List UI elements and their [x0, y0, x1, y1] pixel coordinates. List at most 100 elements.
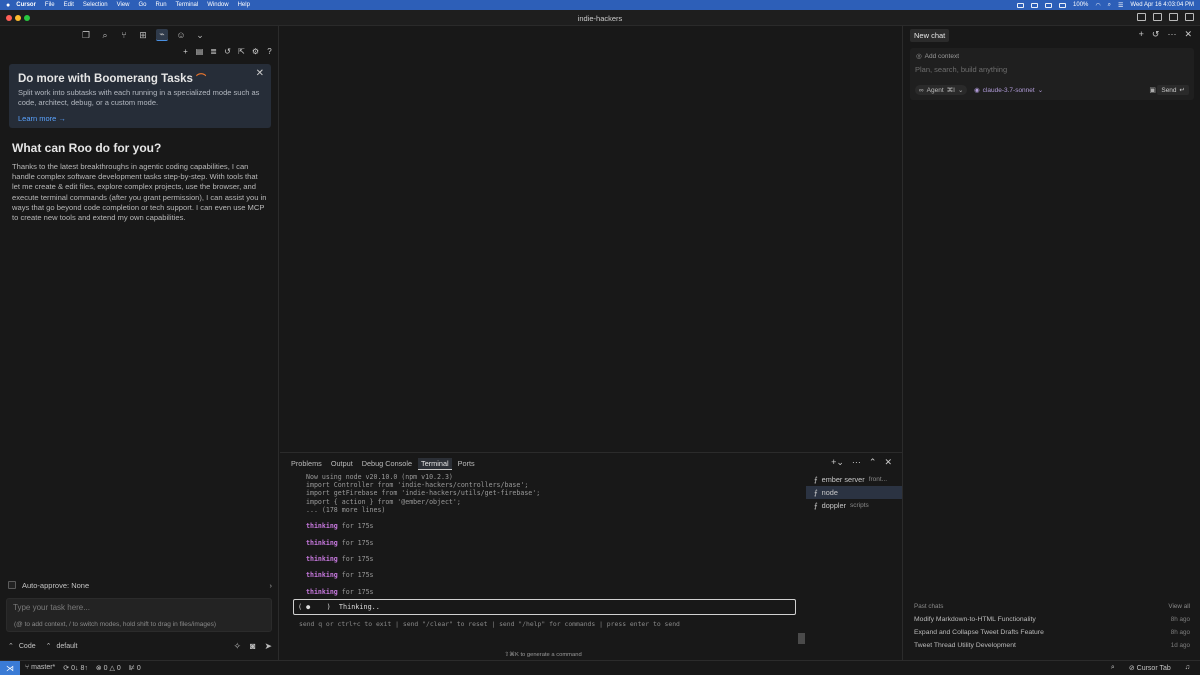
explorer-icon[interactable]: ❐	[80, 29, 92, 41]
plus-icon[interactable]: +	[181, 47, 190, 56]
sync-status[interactable]: ⟳ 0↓ 8↑	[63, 664, 88, 672]
toggle-sidebar-icon[interactable]	[1137, 13, 1146, 21]
tab-problems[interactable]: Problems	[288, 458, 325, 470]
mode-selector[interactable]: ⌃ Code	[8, 642, 36, 651]
mcp-servers-icon[interactable]: ≣	[209, 47, 218, 56]
close-panel-icon[interactable]: ✕	[884, 457, 892, 468]
status-tray-icon[interactable]	[1059, 2, 1067, 8]
plus-icon[interactable]: +	[1139, 29, 1144, 40]
search-icon[interactable]: ⌕	[1108, 2, 1111, 9]
at-icon: ◎	[916, 53, 922, 60]
terminal-item-doppler[interactable]: ⨍ doppler scripts	[806, 499, 902, 512]
menu-selection[interactable]: Selection	[83, 2, 108, 8]
menu-go[interactable]: Go	[139, 2, 147, 8]
control-center-icon[interactable]: ☰	[1118, 2, 1123, 9]
learn-more-link[interactable]: Learn more →	[18, 114, 262, 123]
extensions-icon[interactable]: ⊞	[137, 29, 149, 41]
terminal-item-node[interactable]: ⨍ node	[806, 486, 902, 499]
task-input[interactable]	[13, 603, 263, 612]
menu-help[interactable]: Help	[238, 2, 250, 8]
auto-approve-toggle[interactable]: Auto-approve: None ›	[8, 579, 272, 591]
agent-mode-selector[interactable]: ∞ Agent ⌘I ⌄	[915, 85, 968, 95]
tab-ports[interactable]: Ports	[455, 458, 478, 470]
terminal-output[interactable]: Now using node v20.10.0 (npm v10.2.3) im…	[306, 473, 800, 596]
notifications-icon[interactable]: ♫	[1185, 664, 1190, 672]
prompts-icon[interactable]: ▤	[195, 47, 204, 56]
terminal-scrollbar[interactable]	[798, 633, 805, 644]
problems-status[interactable]: ⊗ 0 △ 0	[96, 664, 121, 672]
robot-icon[interactable]: ☺	[175, 29, 187, 41]
toggle-secondary-sidebar-icon[interactable]	[1169, 13, 1178, 21]
new-terminal-icon[interactable]: +⌄	[831, 457, 844, 468]
help-icon[interactable]: ?	[265, 47, 274, 56]
close-icon[interactable]: ✕	[1184, 29, 1192, 40]
model-selector[interactable]: ◉ claude-3.7-sonnet ⌄	[974, 85, 1043, 95]
image-icon[interactable]: ▣	[1149, 86, 1156, 94]
source-control-icon[interactable]: ⑂	[118, 29, 130, 41]
apple-icon[interactable]: ●	[6, 2, 10, 9]
send-icon[interactable]: ➤	[264, 641, 272, 652]
wifi-icon[interactable]: ◠	[1095, 2, 1100, 9]
past-chat-item[interactable]: Tweet Thread Utility Development 1d ago	[914, 642, 1190, 649]
past-chats-label[interactable]: Past chats	[914, 603, 943, 610]
git-branch-icon: ⑂	[25, 664, 30, 671]
more-icon[interactable]: ···	[1167, 29, 1176, 40]
toggle-panel-icon[interactable]	[1153, 13, 1162, 21]
chevron-right-icon[interactable]: ›	[270, 581, 273, 590]
boomerang-icon: ⌒	[196, 74, 207, 85]
enhance-prompt-icon[interactable]: ✧	[233, 641, 241, 652]
profile-selector[interactable]: ⌃ default	[46, 642, 78, 651]
menu-window[interactable]: Window	[207, 2, 228, 8]
error-icon: ⊗	[95, 665, 102, 672]
cursor-tab-status[interactable]: ⊘ Cursor Tab	[1129, 664, 1171, 672]
zoom-icon[interactable]: ⌕	[1111, 664, 1115, 672]
thinking-line: thinking for 175s	[306, 538, 374, 547]
branch-status[interactable]: ⑂ master*	[25, 664, 55, 672]
task-input-box: (@ to add context, / to switch modes, ho…	[6, 598, 272, 632]
window-title: indie-hackers	[577, 14, 623, 23]
chat-input[interactable]	[915, 65, 1185, 74]
add-context-button[interactable]: ◎ Add context	[916, 52, 959, 61]
customize-layout-icon[interactable]	[1185, 13, 1194, 21]
tab-terminal[interactable]: Terminal	[418, 458, 452, 470]
terminal-hint: send q or ctrl+c to exit | send "/clear"…	[299, 620, 680, 628]
history-icon[interactable]: ↺	[223, 47, 232, 56]
maximize-panel-icon[interactable]: ⌃	[869, 457, 877, 468]
roo-sidebar: ❐ ⌕ ⑂ ⊞ ⌁ ☺ ⌄ + ▤ ≣ ↺ ⇱ ⚙ ? Do more with…	[0, 26, 279, 660]
camera-icon[interactable]: ◙	[250, 641, 255, 652]
status-tray-icon[interactable]	[1017, 2, 1025, 8]
menubar-clock[interactable]: Wed Apr 16 4:03:04 PM	[1130, 2, 1194, 8]
send-button[interactable]: Send ↵	[1157, 85, 1189, 95]
enter-icon: ↵	[1179, 87, 1185, 94]
menu-view[interactable]: View	[117, 2, 130, 8]
status-tray-icon[interactable]	[1031, 2, 1039, 8]
menu-terminal[interactable]: Terminal	[176, 2, 199, 8]
ports-status[interactable]: ⊯ 0	[129, 664, 141, 672]
tab-new-chat[interactable]: New chat	[910, 29, 950, 42]
close-icon[interactable]: ✕	[256, 68, 264, 79]
past-chat-item[interactable]: Modify Markdown-to-HTML Functionality 8h …	[914, 616, 1190, 623]
status-bar: ⋊ ⑂ master* ⟳ 0↓ 8↑ ⊗ 0 △ 0 ⊯ 0 ⌕ ⊘ Curs…	[0, 660, 1200, 675]
terminal-item-ember-server[interactable]: ⨍ ember server front...	[806, 473, 902, 486]
terminal-input-box[interactable]: ( ● ) Thinking..	[293, 599, 796, 615]
status-tray-icon[interactable]	[1045, 2, 1053, 8]
chevron-down-icon[interactable]: ⌄	[194, 29, 206, 41]
editor-area[interactable]	[280, 26, 902, 452]
menu-edit[interactable]: Edit	[64, 2, 74, 8]
search-icon[interactable]: ⌕	[99, 29, 111, 41]
view-all-link[interactable]: View all	[1168, 603, 1190, 610]
more-actions-icon[interactable]: ···	[852, 457, 861, 468]
tab-output[interactable]: Output	[328, 458, 356, 470]
popout-icon[interactable]: ⇱	[237, 47, 246, 56]
menu-app-name[interactable]: Cursor	[16, 2, 36, 8]
gear-icon[interactable]: ⚙	[251, 47, 260, 56]
tab-debug-console[interactable]: Debug Console	[359, 458, 415, 470]
menu-run[interactable]: Run	[156, 2, 167, 8]
menu-file[interactable]: File	[45, 2, 55, 8]
roo-icon[interactable]: ⌁	[156, 29, 168, 41]
auto-approve-label: Auto-approve: None	[22, 580, 90, 590]
auto-approve-checkbox[interactable]	[8, 581, 16, 589]
history-icon[interactable]: ↺	[1152, 29, 1160, 40]
past-chat-item[interactable]: Expand and Collapse Tweet Drafts Feature…	[914, 629, 1190, 636]
remote-icon[interactable]: ⋊	[0, 661, 20, 675]
